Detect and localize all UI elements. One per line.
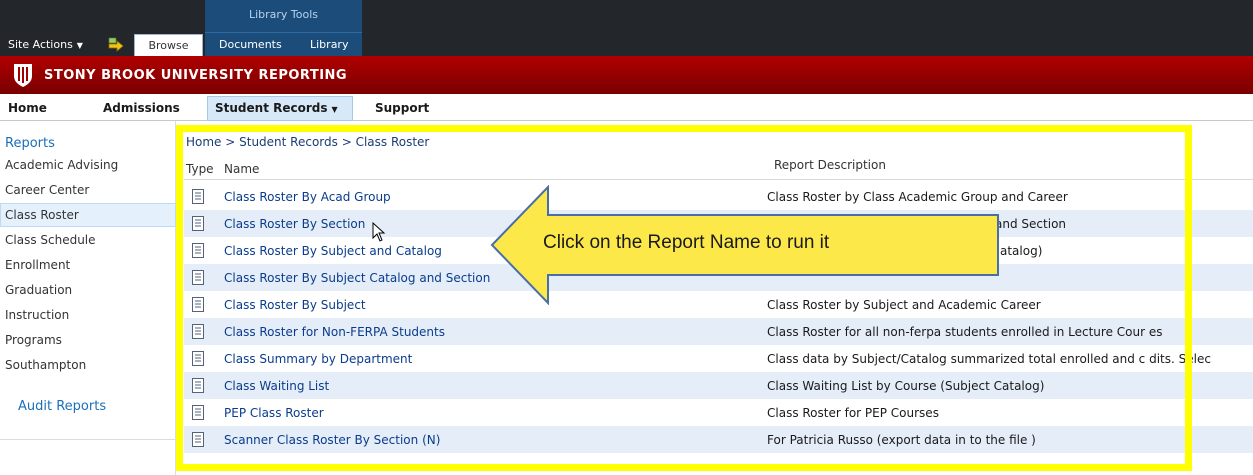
topnav-support[interactable]: Support [375,101,429,115]
ribbon: Library Tools Site Actions ▼ Browse Docum… [0,0,1253,56]
topnav-student-records[interactable]: Student Records ▼ [215,101,338,115]
callout-text: Click on the Report Name to run it [543,232,830,253]
leftnav-item-instruction[interactable]: Instruction [5,308,69,322]
leftnav-item-class-schedule[interactable]: Class Schedule [5,233,96,247]
tab-library[interactable]: Library [310,38,348,51]
leftnav-item-southampton[interactable]: Southampton [5,358,86,372]
topnav-admissions[interactable]: Admissions [103,101,180,115]
ribbon-tab-row: Site Actions ▼ Browse Documents Library [0,33,1253,56]
university-logo-icon [14,64,32,87]
site-actions-menu[interactable]: Site Actions ▼ [8,38,83,51]
leftnav-item-academic-advising[interactable]: Academic Advising [5,158,118,172]
tab-documents[interactable]: Documents [219,38,282,51]
site-banner: STONY BROOK UNIVERSITY REPORTING [0,56,1253,94]
library-tools-title: Library Tools [248,8,319,21]
leftnav-item-class-roster[interactable]: Class Roster [5,208,79,222]
library-tools-tabs: Documents Library [205,33,362,56]
leftnav-item-programs[interactable]: Programs [5,333,62,347]
leftnav-audit-reports-header[interactable]: Audit Reports [18,399,106,414]
site-title[interactable]: STONY BROOK UNIVERSITY REPORTING [44,68,347,83]
chevron-down-icon: ▼ [331,105,338,114]
leftnav-item-enrollment[interactable]: Enrollment [5,258,70,272]
tab-browse[interactable]: Browse [134,34,203,56]
library-tools-group: Library Tools [205,0,362,33]
leftnav-item-career-center[interactable]: Career Center [5,183,89,197]
topnav-student-records-label: Student Records [215,101,328,115]
leftnav-reports-header[interactable]: Reports [5,136,55,151]
top-navigation: Home Admissions Student Records ▼ Support [0,94,1253,121]
navigate-up-icon[interactable] [107,36,125,52]
leftnav-item-graduation[interactable]: Graduation [5,283,72,297]
leftnav-divider [0,439,176,440]
chevron-down-icon: ▼ [76,41,83,50]
left-navigation: Reports Academic Advising Career Center … [0,121,176,475]
site-actions-label: Site Actions [8,38,73,51]
topnav-home[interactable]: Home [8,101,47,115]
